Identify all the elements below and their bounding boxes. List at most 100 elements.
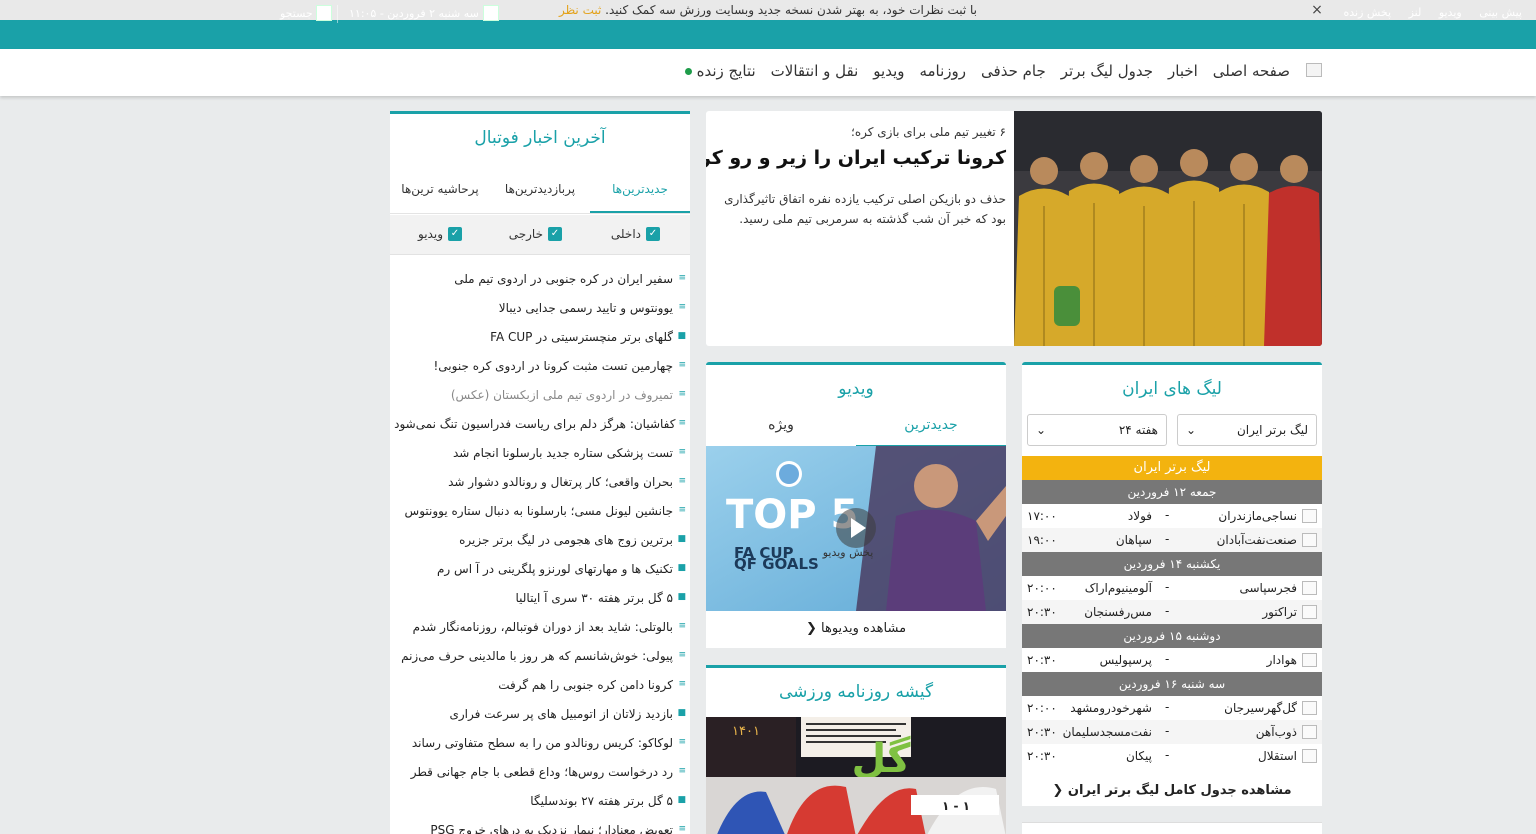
news-item[interactable]: ■ ۵ گل برتر هفته ۳۰ سری آ ایتالیا: [396, 583, 686, 612]
news-item[interactable]: ≡ بالوتلی: شاید بعد از دوران فوتبالم، روز…: [396, 612, 686, 641]
article-icon: ≡: [678, 418, 686, 428]
league-select-value: لیگ برتر ایران: [1236, 423, 1308, 437]
week-select[interactable]: هفته ۲۴ ⌄: [1027, 414, 1167, 446]
match-separator: -: [1165, 724, 1170, 738]
match-row[interactable]: ذوب‌آهن - نفت‌مسجدسلیمان ۲۰:۳۰: [1022, 720, 1322, 744]
news-item[interactable]: ≡ لوکاکو: کریس رونالدو من را به سطح متفاو…: [396, 728, 686, 757]
top-link-predict[interactable]: پیش بینی: [1479, 6, 1522, 19]
news-item[interactable]: ■ گلهای برتر منچسترسیتی در FA CUP: [396, 322, 686, 351]
match-row[interactable]: استقلال - پیکان ۲۰:۳۰: [1022, 744, 1322, 768]
tab-video-newest[interactable]: جدیدترین: [856, 417, 1006, 447]
team-logo-icon: [1302, 725, 1317, 739]
news-item[interactable]: ≡ بحران واقعی؛ کار پرتغال و رونالدو دشوار…: [396, 467, 686, 496]
newspaper-cover[interactable]: ۱۴۰۱ گل ۱ - ۱: [706, 717, 1006, 834]
chevron-left-icon: ❮: [805, 621, 817, 636]
main-nav-links: صفحه اصلی اخبار جدول لیگ برتر جام حذفی ر…: [684, 62, 1290, 80]
news-item[interactable]: ≡ چهارمین تست مثبت کرونا در اردوی کره جنو…: [396, 351, 686, 380]
nav-transfers[interactable]: نقل و انتقالات: [771, 62, 859, 80]
news-item-title: ۵ گل برتر هفته ۳۰ سری آ ایتالیا: [515, 590, 673, 605]
home-team: هوادار: [1266, 653, 1297, 667]
match-row[interactable]: گل‌گهرسیرجان - شهرخودرومشهد ۲۰:۰۰: [1022, 696, 1322, 720]
hero-subtitle: ۶ تغییر تیم ملی برای بازی کره؛: [851, 125, 1006, 139]
notice-feedback-link[interactable]: ثبت نظر: [559, 3, 601, 17]
news-item[interactable]: ≡ یوونتوس و تایید رسمی جدایی دیبالا: [396, 293, 686, 322]
notice-text: با ثبت نظرات خود، به بهتر شدن نسخه جدید …: [605, 3, 978, 17]
video-panel: ویدیو جدیدترین ویژه TOP 5 FA CUP QF GOAL…: [706, 362, 1006, 648]
article-icon: ≡: [678, 302, 686, 312]
full-table-label: مشاهده جدول کامل لیگ برتر ایران: [1067, 783, 1292, 798]
match-row[interactable]: نساجی‌مازندران - فولاد ۱۷:۰۰: [1022, 504, 1322, 528]
news-item[interactable]: ≡ رد درخواست روس‌ها؛ وداع قطعی با جام جها…: [396, 757, 686, 786]
league-select[interactable]: لیگ برتر ایران ⌄: [1177, 414, 1317, 446]
match-row[interactable]: فجرسپاسی - آلومینیوم‌اراک ۲۰:۰۰: [1022, 576, 1322, 600]
news-item[interactable]: ≡ کرونا دامن کره جنوبی را هم گرفت: [396, 670, 686, 699]
top-link-video[interactable]: ویدیو: [1439, 6, 1462, 19]
tab-most-controversial[interactable]: پرحاشیه ترین‌ها: [390, 182, 490, 213]
news-item[interactable]: ≡ سفیر ایران در کره جنوبی در اردوی تیم مل…: [396, 264, 686, 293]
tab-newest[interactable]: جدیدترین‌ها: [590, 182, 690, 213]
notice-close-icon[interactable]: ×: [1308, 1, 1326, 19]
news-item[interactable]: ≡ تست پزشکی ستاره جدید بارسلونا انجام شد: [396, 438, 686, 467]
home-team: گل‌گهرسیرجان: [1224, 701, 1297, 715]
match-row[interactable]: تراکتور - مس‌رفسنجان ۲۰:۳۰: [1022, 600, 1322, 624]
checkbox-checked-icon: ✓: [548, 227, 562, 241]
hero-image[interactable]: [1014, 111, 1322, 346]
nav-newspaper[interactable]: روزنامه: [919, 62, 966, 80]
search-button[interactable]: جستجو: [280, 5, 332, 21]
nav-league-table[interactable]: جدول لیگ برتر: [1061, 62, 1153, 80]
match-separator: -: [1165, 508, 1170, 522]
news-item[interactable]: ≡ جانشین لیونل مسی؛ بارسلونا به دنبال ستا…: [396, 496, 686, 525]
news-item[interactable]: ■ برترین زوج های هجومی در لیگ برتر جزیره: [396, 525, 686, 554]
news-item[interactable]: ≡ کفاشیان: هرگز دلم برای ریاست فدراسیون ت…: [394, 409, 686, 438]
hero-story[interactable]: ۶ تغییر تیم ملی برای بازی کره؛ کرونا ترک…: [706, 111, 1322, 346]
hero-title[interactable]: کرونا ترکیب ایران را زیر و رو کرد!: [706, 147, 1006, 169]
nav-live-results[interactable]: نتایج زنده: [684, 62, 756, 80]
top-link-live[interactable]: پخش زنده: [1343, 6, 1391, 19]
match-day-header: دوشنبه ۱۵ فروردین: [1022, 624, 1322, 648]
news-item[interactable]: ■ تکنیک ها و مهارتهای لورنزو پلگرینی در آ…: [396, 554, 686, 583]
home-team: صنعت‌نفت‌آبادان: [1216, 533, 1297, 547]
match-separator: -: [1165, 604, 1170, 618]
article-icon: ≡: [678, 621, 686, 631]
nav-video[interactable]: ویدیو: [873, 62, 904, 80]
nav-live-label: نتایج زنده: [696, 62, 756, 80]
top-link-lens[interactable]: لنز: [1409, 6, 1422, 19]
video-icon: ■: [677, 534, 686, 544]
league-name-bar: لیگ برتر ایران: [1022, 456, 1322, 480]
news-item[interactable]: ■ بازدید زلاتان از اتومبیل های پر سرعت فر…: [396, 699, 686, 728]
tab-most-viewed[interactable]: پربازدیدترین‌ها: [490, 182, 590, 213]
news-item[interactable]: ≡ پیولی: خوش‌شانسم که هر روز با مالدینی ح…: [396, 641, 686, 670]
filter-label: ویدیو: [418, 227, 443, 241]
match-row[interactable]: هوادار - پرسپولیس ۲۰:۳۰: [1022, 648, 1322, 672]
news-item[interactable]: ■ ۵ گل برتر هفته ۲۷ بوندسلیگا: [396, 786, 686, 815]
article-icon: ≡: [678, 824, 686, 834]
video-icon: ■: [677, 592, 686, 602]
news-item-title: کرونا دامن کره جنوبی را هم گرفت: [498, 677, 673, 692]
search-icon: [315, 5, 332, 21]
nav-news[interactable]: اخبار: [1168, 62, 1198, 80]
filter-domestic[interactable]: ✓ داخلی: [611, 227, 660, 241]
video-thumbnail[interactable]: TOP 5 FA CUP QF GOALS پخش ویدیو: [706, 446, 1006, 611]
nav-cup[interactable]: جام حذفی: [981, 62, 1046, 80]
filter-video[interactable]: ✓ ویدیو: [418, 227, 462, 241]
news-item-title: یوونتوس و تایید رسمی جدایی دیبالا: [498, 300, 673, 315]
site-logo[interactable]: [1306, 63, 1322, 77]
filter-foreign[interactable]: ✓ خارجی: [509, 227, 562, 241]
team-logo-icon: [1302, 581, 1317, 595]
news-item[interactable]: ≡ تعویض معنادار؛ نیمار نزدیک به درهای خرو…: [396, 815, 686, 834]
video-panel-title: ویدیو: [838, 379, 874, 399]
full-table-link[interactable]: مشاهده جدول کامل لیگ برتر ایران ❮: [1022, 783, 1322, 798]
hero-summary: حذف دو بازیکن اصلی ترکیب یازده نفره اتفا…: [724, 192, 1006, 226]
news-item[interactable]: ≡ تمیروف در اردوی تیم ملی ازبکستان (عکس): [396, 380, 686, 409]
nav-home[interactable]: صفحه اصلی: [1213, 62, 1290, 80]
away-team: شهرخودرومشهد: [1070, 701, 1152, 715]
more-videos-link[interactable]: مشاهده ویدیوها ❮: [706, 621, 1006, 636]
news-filters: ✓ داخلی ✓ خارجی ✓ ویدیو: [390, 215, 690, 255]
tab-video-featured[interactable]: ویژه: [706, 417, 856, 447]
news-item-title: برترین زوج های هجومی در لیگ برتر جزیره: [459, 532, 673, 547]
news-item-title: جانشین لیونل مسی؛ بارسلونا به دنبال ستار…: [404, 503, 673, 518]
latest-news-panel: آخرین اخبار فوتبال جدیدترین‌ها پربازدیدت…: [390, 111, 690, 834]
match-row[interactable]: صنعت‌نفت‌آبادان - سپاهان ۱۹:۰۰: [1022, 528, 1322, 552]
search-label: جستجو: [280, 6, 313, 20]
news-item-title: بحران واقعی؛ کار پرتغال و رونالدو دشوار …: [448, 474, 673, 489]
